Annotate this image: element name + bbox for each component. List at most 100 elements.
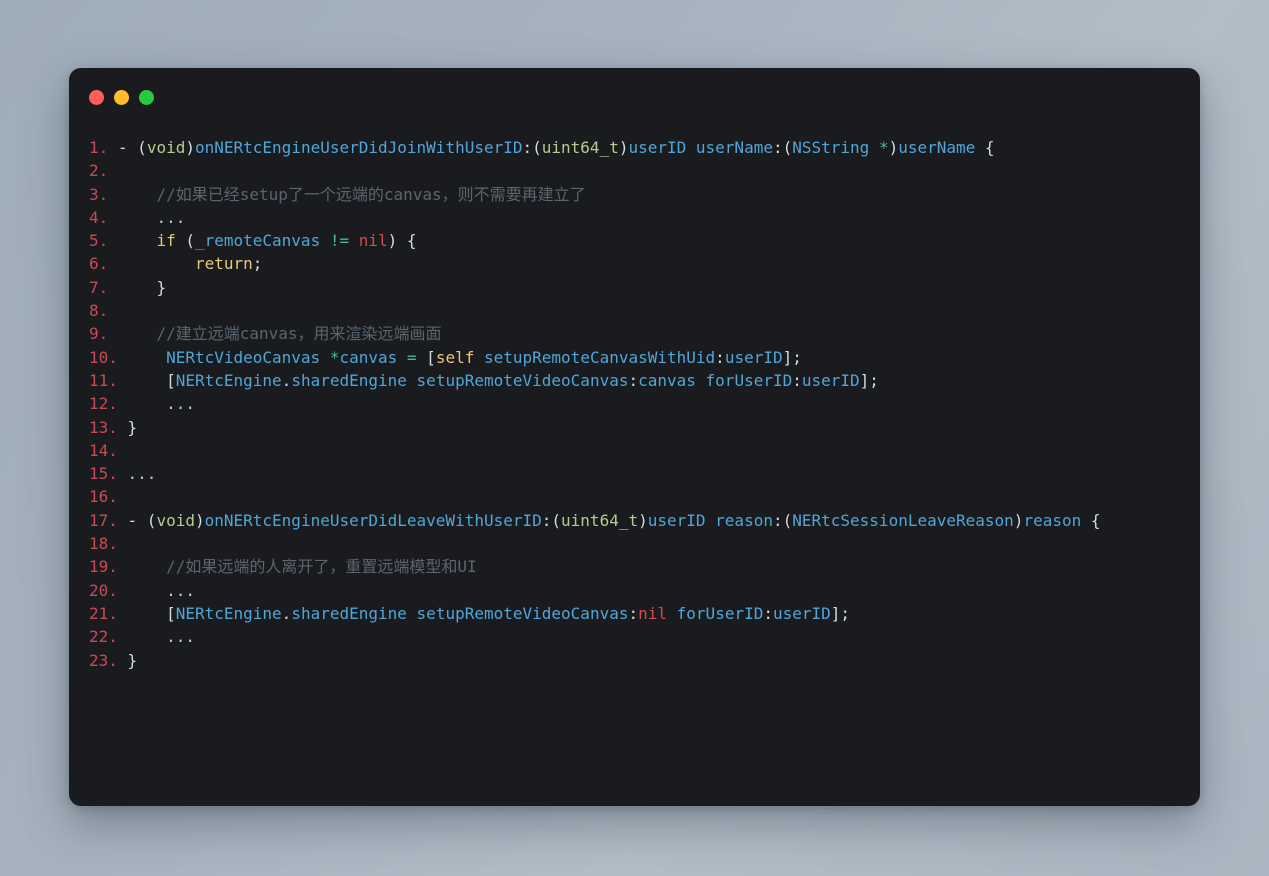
code-token-ident: NSString	[792, 138, 879, 157]
line-number: 14.	[89, 440, 128, 460]
code-snippet-window: 1. - (void)onNERtcEngineUserDidJoinWithU…	[69, 68, 1200, 806]
code-token-type: void	[146, 138, 186, 157]
code-token-ident: onNERtcEngineUserDidJoinWithUserID	[194, 138, 523, 157]
code-token-ident: userID	[801, 370, 860, 390]
code-line: 15. ...	[89, 462, 1178, 485]
code-line: 1. - (void)onNERtcEngineUserDidJoinWithU…	[89, 136, 1178, 159]
code-token-plain: :(	[772, 510, 793, 530]
code-token-dots: ...	[127, 394, 195, 414]
code-token-plain: }	[127, 417, 138, 437]
line-number: 18.	[89, 534, 128, 554]
code-block[interactable]: 1. - (void)onNERtcEngineUserDidJoinWithU…	[69, 126, 1200, 806]
code-line: 21. [NERtcEngine.sharedEngine setupRemot…	[89, 602, 1178, 625]
code-token-plain: :	[763, 603, 773, 623]
code-token-plain: {	[1081, 510, 1101, 530]
line-number: 23.	[89, 650, 128, 670]
code-token-ident: setupRemoteVideoCanvas	[416, 370, 629, 390]
line-number: 2.	[89, 161, 118, 181]
code-token-plain: )	[1013, 510, 1024, 530]
code-line: 18.	[89, 532, 1178, 555]
code-token-plain: ];	[830, 603, 851, 623]
code-line: 3. //如果已经setup了一个远端的canvas，则不需要再建立了	[89, 183, 1178, 206]
code-token-ident: userID reason	[647, 510, 773, 530]
code-token-ident: userID	[724, 347, 783, 367]
code-token-ident: NERtcEngine	[175, 370, 282, 390]
code-token-ident: setupRemoteVideoCanvas	[416, 603, 629, 623]
code-token-plain: :	[628, 370, 639, 390]
line-number: 7.	[89, 277, 118, 297]
code-token-ident: forUserID	[676, 603, 764, 623]
code-line: 7. }	[89, 276, 1178, 299]
line-number: 10.	[89, 347, 128, 367]
line-number: 5.	[89, 231, 118, 251]
code-line: 8.	[89, 299, 1178, 322]
line-number: 11.	[89, 370, 128, 390]
close-button[interactable]	[89, 89, 104, 105]
code-token-plain: )	[194, 510, 205, 530]
code-token-comment: //建立远端canvas，用来渲染远端画面	[117, 324, 442, 344]
line-number: 1.	[89, 138, 118, 157]
line-number: 16.	[89, 487, 128, 507]
code-token-op: =	[406, 347, 417, 367]
code-token-ident: onNERtcEngineUserDidLeaveWithUserID	[204, 510, 542, 530]
code-token-type: uint64_t	[561, 510, 639, 530]
window-titlebar[interactable]	[69, 68, 1200, 126]
code-token-plain: .	[281, 370, 292, 390]
code-line: 14.	[89, 439, 1178, 462]
code-line: 10. NERtcVideoCanvas *canvas = [self set…	[89, 346, 1178, 369]
code-token-const: nil	[638, 603, 668, 623]
code-token-plain: ;	[252, 254, 263, 274]
line-number: 20.	[89, 580, 128, 600]
code-token-plain: ) {	[387, 231, 417, 251]
code-line: 6. return;	[89, 252, 1178, 275]
code-line: 19. //如果远端的人离开了，重置远端模型和UI	[89, 555, 1178, 578]
code-token-ident: canvas	[339, 347, 398, 367]
code-token-plain: [	[127, 603, 176, 623]
code-line: 16.	[89, 485, 1178, 508]
line-number: 8.	[89, 301, 118, 321]
code-line: 5. if (_remoteCanvas != nil) {	[89, 229, 1178, 252]
code-line: 11. [NERtcEngine.sharedEngine setupRemot…	[89, 369, 1178, 392]
code-token-plain: }	[127, 650, 138, 670]
code-token-ident: NERtcSessionLeaveReason	[792, 510, 1014, 530]
line-number: 12.	[89, 394, 128, 414]
code-token-ident: userID userName	[628, 138, 773, 157]
code-token-dots: ...	[117, 207, 186, 227]
code-token-plain: )	[888, 138, 899, 157]
code-token-plain: -	[127, 510, 147, 530]
code-token-plain: .	[281, 603, 292, 623]
code-token-plain: ];	[859, 370, 879, 390]
code-token-ident: NERtcEngine	[175, 603, 282, 623]
code-line: 9. //建立远端canvas，用来渲染远端画面	[89, 322, 1178, 345]
line-number: 13.	[89, 417, 128, 437]
code-token-plain: [	[127, 370, 176, 390]
code-token-plain: (	[175, 231, 195, 251]
line-number: 19.	[89, 557, 128, 577]
code-token-plain: )	[638, 510, 648, 530]
line-number: 6.	[89, 254, 118, 274]
code-token-ident: userID	[773, 603, 831, 623]
code-token-type: void	[156, 510, 195, 530]
code-token-dots: ...	[127, 464, 157, 484]
code-token-plain: (	[137, 138, 147, 157]
code-token-op: !=	[329, 231, 350, 251]
line-number: 17.	[89, 510, 128, 530]
code-token-plain: :(	[522, 138, 542, 157]
code-line: 20. ...	[89, 579, 1178, 602]
code-token-plain: :(	[541, 510, 562, 530]
code-token-plain: :(	[772, 138, 793, 157]
minimize-button[interactable]	[114, 89, 129, 105]
code-token-plain: (	[146, 510, 157, 530]
code-line: 17. - (void)onNERtcEngineUserDidLeaveWit…	[89, 509, 1178, 532]
code-token-plain: }	[117, 277, 167, 297]
maximize-button[interactable]	[139, 89, 154, 105]
code-token-comment: //如果已经setup了一个远端的canvas，则不需要再建立了	[117, 184, 586, 204]
code-token-plain: [	[416, 347, 436, 367]
